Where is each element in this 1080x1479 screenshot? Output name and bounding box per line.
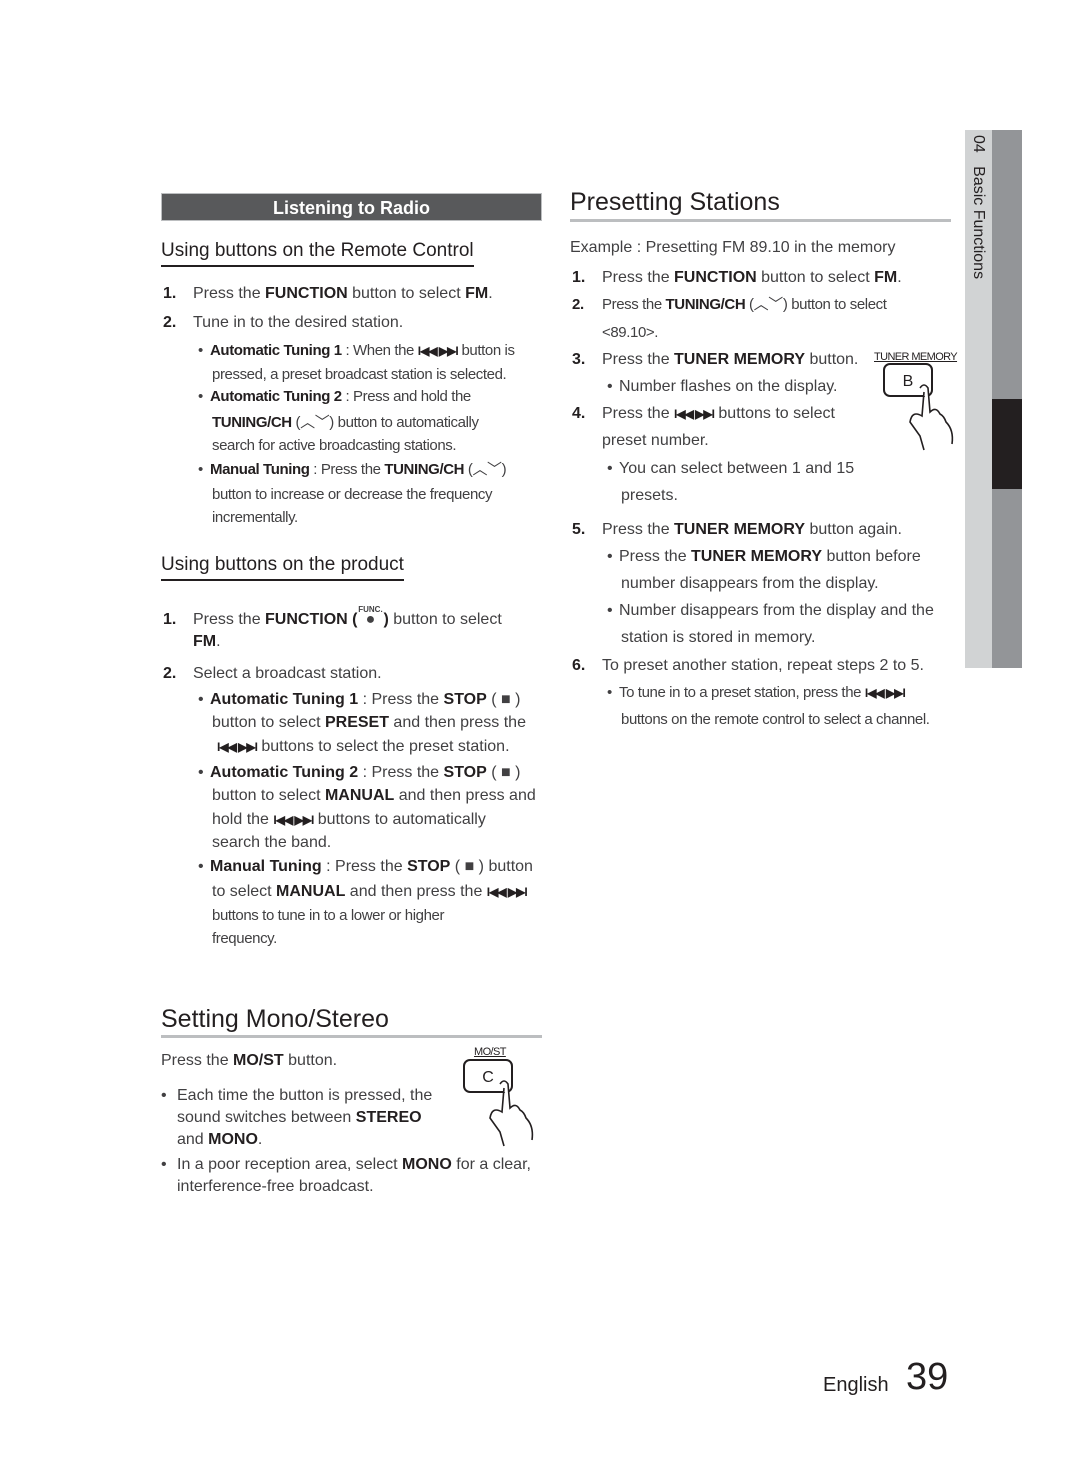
section-bar-listening-to-radio: Listening to Radio — [161, 193, 542, 221]
skip-buttons-icon: I◀◀ ▶▶I — [417, 344, 459, 358]
product-bullet-auto-2: • Automatic Tuning 2 : Press the STOP ( ■… — [198, 764, 521, 781]
skip-buttons-icon: I◀◀ ▶▶I — [674, 407, 715, 421]
preset-step-2: 2. Press the TUNING/CH (︿﹀) button to sel… — [572, 296, 887, 313]
product-bullet-manual-cont: to select MANUAL and then press the I◀◀ … — [212, 883, 528, 900]
product-step-1-cont: FM. — [193, 633, 221, 650]
product-step-1: 1. Press the FUNCTION (FUNC. ●) button to … — [163, 605, 502, 631]
footer-language: English — [823, 1374, 889, 1396]
preset-step-2-cont: <89.10>. — [602, 324, 659, 341]
preset-step-4: 4. Press the I◀◀ ▶▶I buttons to select — [572, 405, 835, 422]
skip-buttons-icon: I◀◀ ▶▶I — [273, 813, 314, 827]
product-bullet-manual: • Manual Tuning : Press the STOP ( ■ ) bu… — [198, 858, 533, 875]
preset-step-5-bullet-2-cont: station is stored in memory. — [621, 629, 816, 646]
chapter-number: 04 — [970, 135, 987, 153]
product-bullet-auto-1-cont: button to select PRESET and then press t… — [212, 714, 526, 731]
product-bullet-auto-1: • Automatic Tuning 1 : Press the STOP ( ■… — [198, 691, 521, 708]
remote-bullet-auto-1: • Automatic Tuning 1 : When the I◀◀ ▶▶I b… — [198, 342, 515, 359]
preset-example: Example : Presetting FM 89.10 in the mem… — [570, 239, 896, 256]
mo-st-button-label: MO/ST — [474, 1046, 506, 1058]
func-button-icon: FUNC. ● — [358, 605, 383, 628]
mono-intro: Press the MO/ST button. — [161, 1052, 338, 1069]
mo-st-key: C — [482, 1069, 494, 1086]
chapter-tab-marker — [992, 399, 1022, 489]
preset-step-6: 6. To preset another station, repeat step… — [572, 657, 924, 674]
remote-control-heading: Using buttons on the Remote Control — [161, 240, 474, 267]
presetting-heading: Presetting Stations — [570, 188, 780, 216]
skip-buttons-icon: I◀◀ ▶▶I — [486, 885, 528, 899]
preset-step-4-bullet-cont: presets. — [621, 487, 678, 504]
hand-pressing-button-icon: B — [883, 363, 954, 451]
preset-step-3-bullet: • Number flashes on the display. — [607, 378, 838, 395]
product-bullet-auto-1-cont2: I◀◀ ▶▶I buttons to select the preset sta… — [217, 738, 510, 755]
product-bullet-auto-2-cont3: search the band. — [212, 834, 332, 851]
remote-bullet-auto-2: • Automatic Tuning 2 : Press and hold the — [198, 388, 471, 405]
chapter-tab-label: 04 Basic Functions — [965, 135, 992, 335]
product-bullet-auto-2-cont: button to select MANUAL and then press a… — [212, 787, 536, 804]
mono-bullet-1-cont: sound switches between STEREO — [177, 1109, 422, 1126]
heading-rule — [570, 219, 951, 222]
skip-buttons-icon: I◀◀ ▶▶I — [217, 740, 258, 754]
product-bullet-manual-cont3: frequency. — [212, 930, 277, 947]
mono-bullet-2: • In a poor reception area, select MONO f… — [161, 1156, 531, 1173]
mono-bullet-1: • Each time the button is pressed, the — [161, 1087, 433, 1104]
remote-bullet-manual-cont2: incrementally. — [212, 509, 298, 526]
page-number: 39 — [906, 1356, 949, 1398]
preset-step-4-bullet: • You can select between 1 and 15 — [607, 460, 855, 477]
tuner-memory-key: B — [903, 373, 914, 390]
preset-step-6-bullet: • To tune in to a preset station, press t… — [607, 684, 906, 701]
skip-buttons-icon: I◀◀ ▶▶I — [864, 686, 906, 700]
mono-stereo-heading: Setting Mono/Stereo — [161, 1005, 389, 1033]
preset-step-5-bullet-1-cont: number disappears from the display. — [621, 575, 879, 592]
product-step-2: 2. Select a broadcast station. — [163, 665, 382, 682]
preset-step-4-cont: preset number. — [602, 432, 709, 449]
product-bullet-manual-cont2: buttons to tune in to a lower or higher — [212, 907, 445, 924]
remote-step-2: 2. Tune in to the desired station. — [163, 314, 404, 331]
preset-step-5-bullet-2: • Number disappears from the display and … — [607, 602, 934, 619]
heading-rule — [161, 1035, 542, 1038]
mono-bullet-2-cont: interference-free broadcast. — [177, 1178, 374, 1195]
mono-bullet-1-cont2: and MONO. — [177, 1131, 263, 1148]
remote-bullet-auto-1-cont: pressed, a preset broadcast station is s… — [212, 366, 507, 383]
product-heading: Using buttons on the product — [161, 554, 404, 581]
remote-step-1: 1. Press the FUNCTION button to select FM… — [163, 285, 493, 302]
remote-bullet-auto-2-cont2: search for active broadcasting stations. — [212, 437, 457, 454]
preset-step-6-bullet-cont: buttons on the remote control to select … — [621, 711, 930, 728]
remote-bullet-manual: • Manual Tuning : Press the TUNING/CH (︿﹀… — [198, 461, 507, 478]
preset-step-5-bullet-1: • Press the TUNER MEMORY button before — [607, 548, 921, 565]
remote-bullet-manual-cont: button to increase or decrease the frequ… — [212, 486, 493, 503]
chapter-title: Basic Functions — [970, 166, 987, 280]
preset-step-5: 5. Press the TUNER MEMORY button again. — [572, 521, 902, 538]
remote-bullet-auto-2-cont: TUNING/CH (︿﹀) button to automatically — [212, 414, 479, 431]
preset-step-1: 1. Press the FUNCTION button to select FM… — [572, 269, 902, 286]
product-bullet-auto-2-cont2: hold the I◀◀ ▶▶I buttons to automaticall… — [212, 811, 486, 828]
preset-step-3: 3. Press the TUNER MEMORY button. — [572, 351, 859, 368]
hand-pressing-button-icon: C — [463, 1059, 534, 1147]
